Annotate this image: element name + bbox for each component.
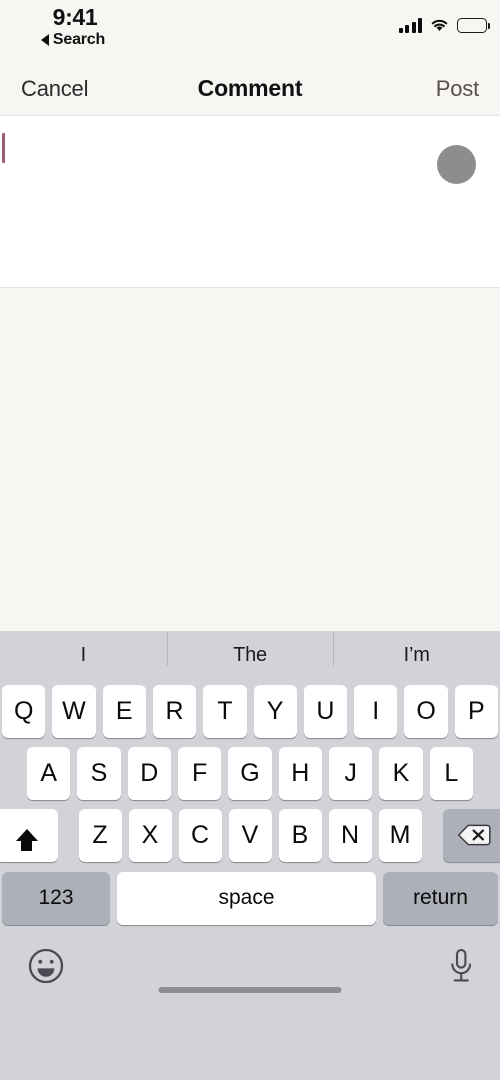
key-h[interactable]: H bbox=[278, 746, 322, 800]
microphone-icon[interactable] bbox=[448, 947, 474, 985]
shift-key[interactable] bbox=[0, 808, 58, 862]
key-r[interactable]: R bbox=[152, 684, 197, 738]
key-y[interactable]: Y bbox=[253, 684, 297, 738]
triangle-left-icon bbox=[40, 34, 49, 46]
space-key[interactable]: space bbox=[117, 871, 376, 925]
iphone-screen: 9:41 Search Cancel Comment Post I The I’… bbox=[0, 0, 500, 1080]
key-m[interactable]: M bbox=[378, 808, 422, 862]
prediction-candidate-3[interactable]: I’m bbox=[333, 632, 500, 667]
key-j[interactable]: J bbox=[328, 746, 373, 800]
keyboard-row-3: Z X C V B N M bbox=[0, 804, 500, 866]
predictive-text-bar: I The I’m bbox=[0, 631, 500, 680]
keyboard-row-4: 123 space return bbox=[0, 866, 500, 930]
key-k[interactable]: K bbox=[379, 746, 423, 800]
avatar bbox=[437, 145, 476, 184]
battery-full-icon bbox=[457, 18, 490, 33]
key-q[interactable]: Q bbox=[2, 684, 46, 738]
key-z[interactable]: Z bbox=[78, 808, 122, 862]
comment-text-input[interactable] bbox=[10, 130, 410, 270]
prediction-candidate-2[interactable]: The bbox=[166, 632, 334, 667]
status-bar-right bbox=[398, 17, 490, 33]
key-t[interactable]: T bbox=[203, 684, 247, 738]
wifi-icon bbox=[431, 19, 448, 32]
keyboard-utility-row bbox=[0, 930, 500, 1002]
status-bar: 9:41 Search bbox=[0, 0, 500, 62]
post-button[interactable]: Post bbox=[436, 76, 479, 102]
key-l[interactable]: L bbox=[429, 746, 473, 800]
on-screen-keyboard: I The I’m Q W E R T Y U I O P A S D F G … bbox=[0, 631, 500, 1080]
keyboard-row-2: A S D F G H J K L bbox=[0, 742, 500, 804]
back-to-search-label: Search bbox=[52, 31, 106, 48]
cellular-signal-icon bbox=[398, 18, 422, 33]
cancel-button[interactable]: Cancel bbox=[21, 76, 88, 102]
key-i[interactable]: I bbox=[354, 684, 398, 738]
status-time: 9:41 bbox=[52, 4, 98, 30]
key-f[interactable]: F bbox=[178, 746, 222, 800]
key-p[interactable]: P bbox=[454, 684, 498, 738]
keyboard-row-1: Q W E R T Y U I O P bbox=[0, 680, 500, 742]
content-area bbox=[0, 288, 500, 631]
key-a[interactable]: A bbox=[27, 746, 71, 800]
key-s[interactable]: S bbox=[77, 746, 121, 800]
status-bar-left: 9:41 Search bbox=[0, 4, 150, 49]
key-g[interactable]: G bbox=[228, 746, 272, 800]
comment-compose-area[interactable] bbox=[0, 116, 500, 288]
key-o[interactable]: O bbox=[404, 684, 448, 738]
backspace-delete-icon bbox=[457, 824, 491, 846]
key-n[interactable]: N bbox=[328, 808, 372, 862]
backspace-key[interactable] bbox=[442, 808, 500, 862]
key-e[interactable]: E bbox=[102, 684, 146, 738]
back-to-search-indicator[interactable]: Search bbox=[40, 31, 106, 49]
shift-up-arrow-icon bbox=[15, 829, 38, 851]
key-d[interactable]: D bbox=[127, 746, 171, 800]
key-v[interactable]: V bbox=[228, 808, 272, 862]
emoji-smiley-icon[interactable] bbox=[26, 946, 66, 986]
key-w[interactable]: W bbox=[52, 684, 96, 738]
navigation-bar: Cancel Comment Post bbox=[0, 62, 500, 116]
return-key[interactable]: return bbox=[383, 871, 498, 925]
numeric-mode-key[interactable]: 123 bbox=[2, 871, 110, 925]
key-c[interactable]: C bbox=[178, 808, 222, 862]
text-caret bbox=[2, 133, 5, 163]
key-x[interactable]: X bbox=[128, 808, 172, 862]
key-b[interactable]: B bbox=[278, 808, 322, 862]
home-indicator bbox=[158, 987, 342, 993]
key-u[interactable]: U bbox=[303, 684, 348, 738]
prediction-candidate-1[interactable]: I bbox=[0, 644, 167, 667]
